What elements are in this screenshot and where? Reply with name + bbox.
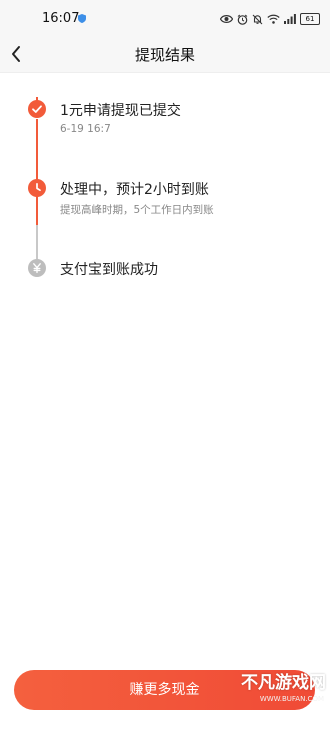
mute-bell-icon xyxy=(252,14,263,24)
status-bar: 16:07 61 xyxy=(0,0,330,36)
check-icon xyxy=(28,100,46,118)
withdrawal-timeline: 1元申请提现已提交 6-19 16:7 处理中，预计2小时到账 提现高峰时期，5… xyxy=(0,73,330,333)
shield-icon xyxy=(78,14,86,23)
step-title: 支付宝到账成功 xyxy=(60,262,158,278)
step-subtitle: 提现高峰时期，5个工作日内到账 xyxy=(60,204,214,216)
signal-icon xyxy=(284,14,296,24)
step-subtitle: 6-19 16:7 xyxy=(60,123,111,135)
status-icons: 61 xyxy=(220,12,320,26)
alarm-icon xyxy=(237,14,248,25)
nav-bar: 提现结果 xyxy=(0,36,330,73)
earn-more-cash-button[interactable]: 赚更多现金 xyxy=(14,670,315,710)
clock-icon xyxy=(28,179,46,197)
timeline-connector xyxy=(36,195,38,225)
wifi-icon xyxy=(267,14,280,24)
page-title: 提现结果 xyxy=(134,46,195,64)
yen-icon xyxy=(28,259,46,277)
timeline-connector-pending xyxy=(36,225,38,259)
battery-indicator: 61 xyxy=(300,13,320,25)
step-title: 处理中，预计2小时到账 xyxy=(60,182,209,198)
step-title: 1元申请提现已提交 xyxy=(60,103,181,119)
status-time: 16:07 xyxy=(42,11,80,26)
eye-icon xyxy=(220,15,233,23)
